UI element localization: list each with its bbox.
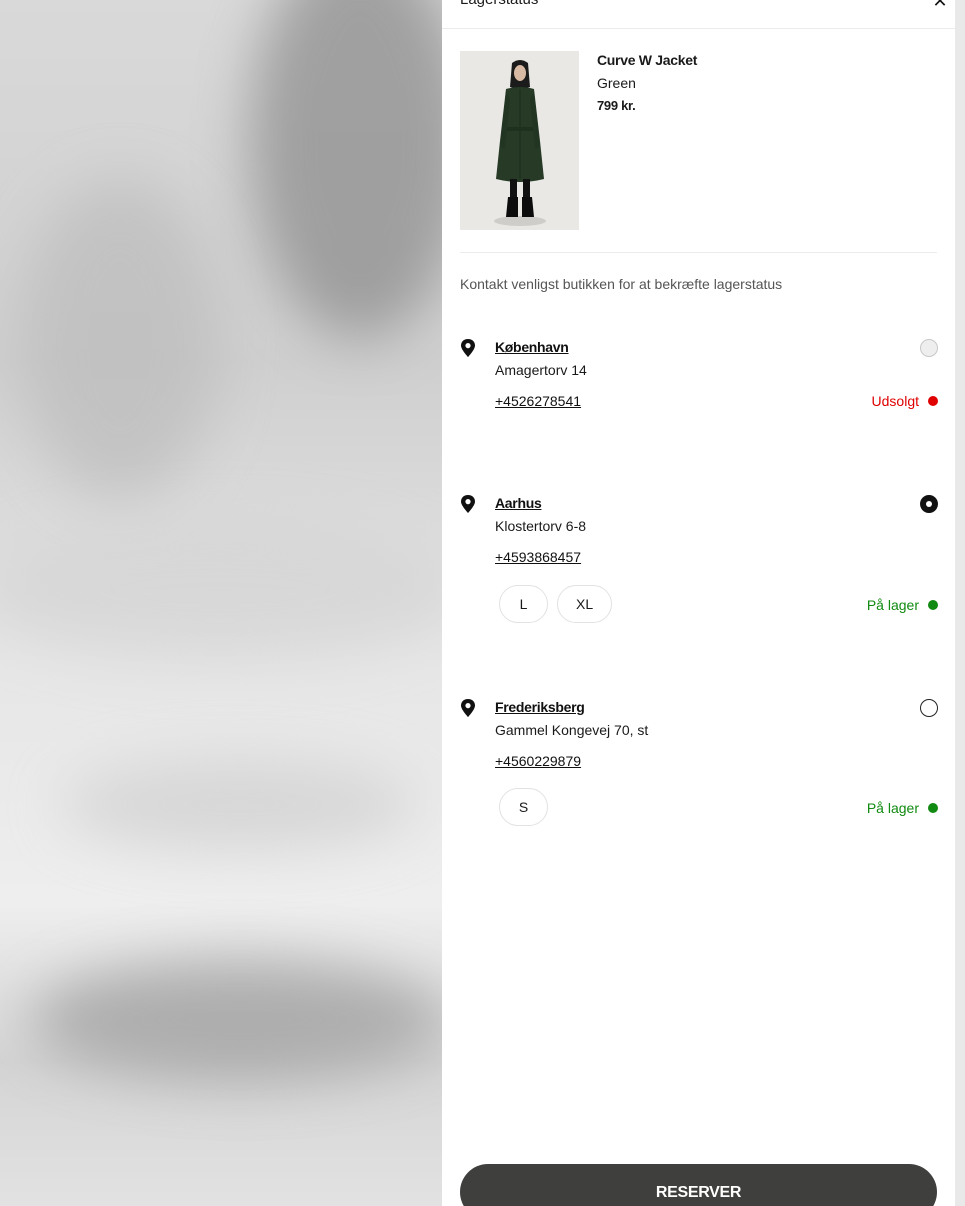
product-summary: Curve W Jacket Green 799 kr. bbox=[460, 51, 937, 253]
store-name-link[interactable]: Aarhus bbox=[495, 495, 542, 511]
stock-status-drawer: Lagerstatus ✕ bbox=[442, 0, 955, 1206]
close-icon[interactable]: ✕ bbox=[929, 0, 951, 14]
product-name: Curve W Jacket bbox=[597, 52, 698, 68]
store-phone-link[interactable]: +4560229879 bbox=[495, 753, 581, 769]
store-address: Gammel Kongevej 70, st bbox=[495, 722, 649, 738]
size-chip-s[interactable]: S bbox=[499, 788, 548, 826]
stock-status-dot bbox=[928, 396, 938, 406]
drawer-title: Lagerstatus bbox=[460, 0, 538, 8]
backdrop-blur-shape bbox=[0, 520, 442, 660]
store-phone-link[interactable]: +4593868457 bbox=[495, 549, 581, 565]
map-pin-icon bbox=[460, 495, 476, 513]
product-image bbox=[460, 51, 579, 230]
store-address: Amagertorv 14 bbox=[495, 362, 587, 378]
store-name-link[interactable]: København bbox=[495, 339, 569, 355]
store-phone-link[interactable]: +4526278541 bbox=[495, 393, 581, 409]
backdrop-blur-shape bbox=[30, 960, 442, 1080]
store-item-kobenhavn: København Amagertorv 14 +4526278541 Udso… bbox=[460, 339, 940, 429]
store-select-radio[interactable] bbox=[920, 699, 938, 717]
blurred-page-backdrop bbox=[0, 0, 442, 1206]
map-pin-icon bbox=[460, 699, 476, 717]
page-scrollbar-track bbox=[955, 0, 965, 1206]
stock-status-label: På lager bbox=[866, 800, 919, 816]
store-address: Klostertorv 6-8 bbox=[495, 518, 587, 534]
product-color: Green bbox=[597, 75, 636, 91]
store-item-aarhus[interactable]: Aarhus Klostertorv 6-8 +4593868457 L XL … bbox=[460, 495, 940, 625]
size-chip-xl[interactable]: XL bbox=[557, 585, 613, 623]
size-list: S bbox=[499, 788, 548, 826]
store-name-link[interactable]: Frederiksberg bbox=[495, 699, 585, 715]
backdrop-blur-shape bbox=[250, 0, 442, 340]
reserve-button[interactable]: RESERVER bbox=[460, 1164, 937, 1206]
backdrop-blur-shape bbox=[60, 760, 420, 850]
map-pin-icon bbox=[460, 339, 476, 357]
size-list: L XL bbox=[499, 585, 613, 623]
stock-status-badge: På lager bbox=[867, 597, 938, 613]
store-select-radio[interactable] bbox=[920, 495, 938, 513]
store-select-radio bbox=[920, 339, 938, 357]
stock-status-dot bbox=[928, 803, 938, 813]
stock-status-label: Udsolgt bbox=[871, 393, 919, 409]
stock-status-label: På lager bbox=[866, 597, 919, 613]
stock-status-badge: På lager bbox=[867, 800, 938, 816]
drawer-header: Lagerstatus ✕ bbox=[442, 0, 955, 29]
size-chip-l[interactable]: L bbox=[499, 585, 548, 623]
stock-status-dot bbox=[928, 600, 938, 610]
product-price: 799 kr. bbox=[597, 98, 636, 113]
stock-status-badge: Udsolgt bbox=[872, 393, 938, 409]
stock-notice: Kontakt venligst butikken for at bekræft… bbox=[460, 276, 783, 292]
store-item-frederiksberg[interactable]: Frederiksberg Gammel Kongevej 70, st +45… bbox=[460, 699, 940, 829]
backdrop-blur-shape bbox=[20, 180, 220, 500]
